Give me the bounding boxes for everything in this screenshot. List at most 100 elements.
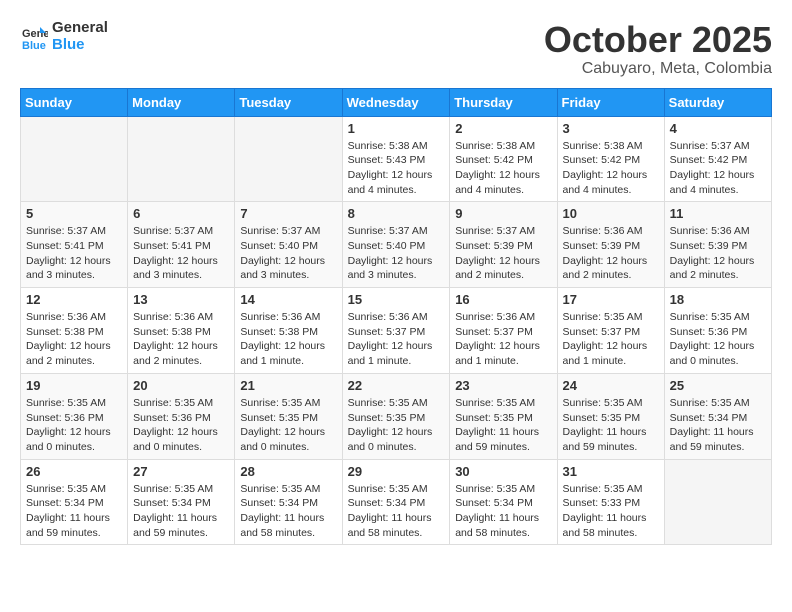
day-number: 24 (563, 378, 659, 393)
day-info: Sunrise: 5:35 AM Sunset: 5:37 PM Dayligh… (563, 310, 659, 369)
calendar-cell: 3 Sunrise: 5:38 AM Sunset: 5:42 PM Daylig… (557, 116, 664, 202)
calendar-cell: 31 Sunrise: 5:35 AM Sunset: 5:33 PM Dayli… (557, 459, 664, 545)
svg-text:Blue: Blue (22, 40, 46, 51)
day-info: Sunrise: 5:37 AM Sunset: 5:42 PM Dayligh… (670, 139, 766, 198)
day-number: 9 (455, 206, 551, 221)
day-info: Sunrise: 5:37 AM Sunset: 5:39 PM Dayligh… (455, 224, 551, 283)
day-number: 31 (563, 464, 659, 479)
day-number: 23 (455, 378, 551, 393)
day-info: Sunrise: 5:35 AM Sunset: 5:35 PM Dayligh… (563, 396, 659, 455)
calendar-cell: 13 Sunrise: 5:36 AM Sunset: 5:38 PM Dayli… (128, 288, 235, 374)
day-number: 15 (348, 292, 445, 307)
day-number: 19 (26, 378, 122, 393)
calendar-cell: 24 Sunrise: 5:35 AM Sunset: 5:35 PM Dayli… (557, 373, 664, 459)
day-info: Sunrise: 5:35 AM Sunset: 5:33 PM Dayligh… (563, 482, 659, 541)
calendar-cell: 26 Sunrise: 5:35 AM Sunset: 5:34 PM Dayli… (21, 459, 128, 545)
title-area: October 2025 Cabuyaro, Meta, Colombia (544, 20, 772, 78)
calendar-week-0: 1 Sunrise: 5:38 AM Sunset: 5:43 PM Daylig… (21, 116, 772, 202)
svg-text:General: General (22, 28, 48, 40)
calendar-cell (664, 459, 771, 545)
day-info: Sunrise: 5:37 AM Sunset: 5:40 PM Dayligh… (240, 224, 336, 283)
day-number: 27 (133, 464, 229, 479)
day-number: 4 (670, 121, 766, 136)
calendar-cell: 12Sunrise: 5:36 AM Sunset: 5:38 PM Dayli… (21, 288, 128, 374)
header-tuesday: Tuesday (235, 88, 342, 116)
day-info: Sunrise: 5:36 AM Sunset: 5:38 PM Dayligh… (133, 310, 229, 369)
calendar-cell (128, 116, 235, 202)
calendar-cell: 7Sunrise: 5:37 AM Sunset: 5:40 PM Daylig… (235, 202, 342, 288)
header-wednesday: Wednesday (342, 88, 450, 116)
calendar-cell: 14Sunrise: 5:36 AM Sunset: 5:38 PM Dayli… (235, 288, 342, 374)
day-info: Sunrise: 5:35 AM Sunset: 5:35 PM Dayligh… (348, 396, 445, 455)
day-number: 11 (670, 206, 766, 221)
day-number: 30 (455, 464, 551, 479)
calendar-cell: 18 Sunrise: 5:35 AM Sunset: 5:36 PM Dayli… (664, 288, 771, 374)
calendar-cell: 19Sunrise: 5:35 AM Sunset: 5:36 PM Dayli… (21, 373, 128, 459)
calendar-cell: 2 Sunrise: 5:38 AM Sunset: 5:42 PM Daylig… (450, 116, 557, 202)
header-friday: Friday (557, 88, 664, 116)
day-info: Sunrise: 5:35 AM Sunset: 5:34 PM Dayligh… (26, 482, 122, 541)
day-info: Sunrise: 5:37 AM Sunset: 5:40 PM Dayligh… (348, 224, 445, 283)
day-number: 12 (26, 292, 122, 307)
calendar-cell (21, 116, 128, 202)
calendar-cell: 20 Sunrise: 5:35 AM Sunset: 5:36 PM Dayli… (128, 373, 235, 459)
day-info: Sunrise: 5:38 AM Sunset: 5:43 PM Dayligh… (348, 139, 445, 198)
calendar-cell: 27 Sunrise: 5:35 AM Sunset: 5:34 PM Dayli… (128, 459, 235, 545)
day-info: Sunrise: 5:37 AM Sunset: 5:41 PM Dayligh… (26, 224, 122, 283)
day-number: 2 (455, 121, 551, 136)
calendar-cell: 4 Sunrise: 5:37 AM Sunset: 5:42 PM Daylig… (664, 116, 771, 202)
day-info: Sunrise: 5:36 AM Sunset: 5:39 PM Dayligh… (563, 224, 659, 283)
calendar-cell: 8Sunrise: 5:37 AM Sunset: 5:40 PM Daylig… (342, 202, 450, 288)
day-number: 17 (563, 292, 659, 307)
calendar-week-2: 12 Sunrise: 5:36 AM Sunset: 5:38 PM Dayli… (21, 288, 772, 374)
calendar-cell: 17 Sunrise: 5:35 AM Sunset: 5:37 PM Dayli… (557, 288, 664, 374)
calendar-cell: 22Sunrise: 5:35 AM Sunset: 5:35 PM Dayli… (342, 373, 450, 459)
calendar-cell: 21 Sunrise: 5:35 AM Sunset: 5:35 PM Dayli… (235, 373, 342, 459)
day-info: Sunrise: 5:35 AM Sunset: 5:36 PM Dayligh… (133, 396, 229, 455)
calendar-cell: 23 Sunrise: 5:35 AM Sunset: 5:35 PM Dayli… (450, 373, 557, 459)
day-number: 13 (133, 292, 229, 307)
day-number: 3 (563, 121, 659, 136)
calendar-cell: 9 Sunrise: 5:37 AM Sunset: 5:39 PM Daylig… (450, 202, 557, 288)
day-info: Sunrise: 5:35 AM Sunset: 5:34 PM Dayligh… (240, 482, 336, 541)
calendar-cell (235, 116, 342, 202)
day-number: 18 (670, 292, 766, 307)
calendar-week-3: 19 Sunrise: 5:35 AM Sunset: 5:36 PM Dayli… (21, 373, 772, 459)
calendar-title: October 2025 (544, 20, 772, 60)
day-number: 16 (455, 292, 551, 307)
day-info: Sunrise: 5:36 AM Sunset: 5:39 PM Dayligh… (670, 224, 766, 283)
calendar-week-1: 5Sunrise: 5:37 AM Sunset: 5:41 PM Daylig… (21, 202, 772, 288)
calendar-cell: 29Sunrise: 5:35 AM Sunset: 5:34 PM Dayli… (342, 459, 450, 545)
calendar-week-4: 26 Sunrise: 5:35 AM Sunset: 5:34 PM Dayli… (21, 459, 772, 545)
header-monday: Monday (128, 88, 235, 116)
day-info: Sunrise: 5:38 AM Sunset: 5:42 PM Dayligh… (563, 139, 659, 198)
calendar-header-row: Sunday Monday Tuesday Wednesday Thursday… (21, 88, 772, 116)
day-number: 1 (348, 121, 445, 136)
calendar-cell: 15Sunrise: 5:36 AM Sunset: 5:37 PM Dayli… (342, 288, 450, 374)
calendar-cell: 16Sunrise: 5:36 AM Sunset: 5:37 PM Dayli… (450, 288, 557, 374)
calendar-cell: 10 Sunrise: 5:36 AM Sunset: 5:39 PM Dayli… (557, 202, 664, 288)
day-number: 21 (240, 378, 336, 393)
day-number: 6 (133, 206, 229, 221)
day-info: Sunrise: 5:35 AM Sunset: 5:34 PM Dayligh… (670, 396, 766, 455)
day-info: Sunrise: 5:35 AM Sunset: 5:35 PM Dayligh… (455, 396, 551, 455)
day-number: 14 (240, 292, 336, 307)
header-thursday: Thursday (450, 88, 557, 116)
day-info: Sunrise: 5:35 AM Sunset: 5:35 PM Dayligh… (240, 396, 336, 455)
calendar-table: Sunday Monday Tuesday Wednesday Thursday… (20, 88, 772, 546)
header: General Blue General Blue October 2025 C… (20, 20, 772, 78)
logo-line2: Blue (52, 37, 108, 54)
calendar-cell: 11 Sunrise: 5:36 AM Sunset: 5:39 PM Dayli… (664, 202, 771, 288)
day-number: 26 (26, 464, 122, 479)
day-number: 10 (563, 206, 659, 221)
day-number: 20 (133, 378, 229, 393)
header-sunday: Sunday (21, 88, 128, 116)
calendar-cell: 28Sunrise: 5:35 AM Sunset: 5:34 PM Dayli… (235, 459, 342, 545)
logo-icon: General Blue (20, 23, 48, 51)
day-info: Sunrise: 5:35 AM Sunset: 5:34 PM Dayligh… (455, 482, 551, 541)
day-info: Sunrise: 5:35 AM Sunset: 5:36 PM Dayligh… (670, 310, 766, 369)
calendar-cell: 25Sunrise: 5:35 AM Sunset: 5:34 PM Dayli… (664, 373, 771, 459)
day-info: Sunrise: 5:38 AM Sunset: 5:42 PM Dayligh… (455, 139, 551, 198)
day-info: Sunrise: 5:35 AM Sunset: 5:34 PM Dayligh… (133, 482, 229, 541)
calendar-cell: 30 Sunrise: 5:35 AM Sunset: 5:34 PM Dayli… (450, 459, 557, 545)
